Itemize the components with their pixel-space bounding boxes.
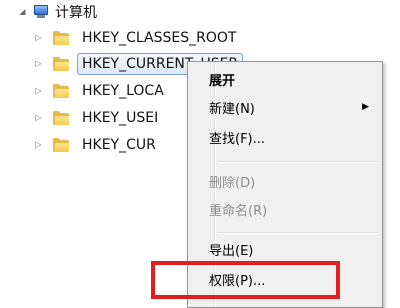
menu-separator: [218, 232, 378, 234]
menu-item-rename: 重命名(R): [191, 197, 379, 221]
menu-item-export[interactable]: 导出(E): [191, 237, 379, 261]
expand-arrow-icon[interactable]: ▷: [34, 87, 43, 96]
menu-item-label: 新建(N): [209, 101, 255, 117]
tree-root-label: 计算机: [55, 5, 97, 21]
folder-icon: [53, 111, 69, 125]
tree-item-label: HKEY_USEI: [82, 110, 159, 126]
tree-root-computer[interactable]: ◢ 计算机: [18, 0, 97, 24]
tree-item-label: HKEY_CLASSES_ROOT: [82, 30, 237, 46]
computer-icon: [33, 5, 49, 19]
menu-item-label: 导出(E): [209, 243, 254, 259]
tree-item-label: HKEY_LOCA: [82, 83, 164, 99]
folder-icon: [53, 138, 69, 152]
menu-item-expand[interactable]: 展开: [191, 67, 379, 91]
menu-item-delete: 删除(D): [191, 169, 379, 193]
annotation-highlight-box: [151, 261, 340, 299]
tree-item-hkey-users[interactable]: ▷ HKEY_USEI: [34, 106, 163, 130]
expand-arrow-icon[interactable]: ▷: [34, 141, 43, 150]
tree-item-hkey-current-config[interactable]: ▷ HKEY_CUR: [34, 133, 161, 157]
expand-arrow-icon[interactable]: ▷: [34, 34, 43, 43]
menu-item-new[interactable]: 新建(N) ▶: [191, 95, 379, 119]
tree-item-hkey-local-machine[interactable]: ▷ HKEY_LOCA: [34, 79, 169, 103]
menu-item-label: 删除(D): [209, 175, 256, 191]
menu-item-label: 展开: [209, 73, 236, 89]
menu-item-find[interactable]: 查找(F)...: [191, 125, 379, 149]
tree-item-hkey-classes-root[interactable]: ▷ HKEY_CLASSES_ROOT: [34, 26, 241, 50]
collapse-arrow-icon[interactable]: ◢: [18, 8, 27, 17]
expand-arrow-icon[interactable]: ▷: [34, 60, 43, 69]
menu-separator: [218, 161, 378, 163]
submenu-arrow-icon: ▶: [362, 102, 369, 112]
expand-arrow-icon[interactable]: ▷: [34, 114, 43, 123]
folder-icon: [53, 57, 69, 71]
folder-icon: [53, 84, 69, 98]
folder-icon: [53, 31, 69, 45]
tree-item-label: HKEY_CUR: [82, 137, 156, 153]
menu-item-label: 重命名(R): [209, 203, 268, 219]
menu-item-label: 查找(F)...: [209, 131, 266, 147]
